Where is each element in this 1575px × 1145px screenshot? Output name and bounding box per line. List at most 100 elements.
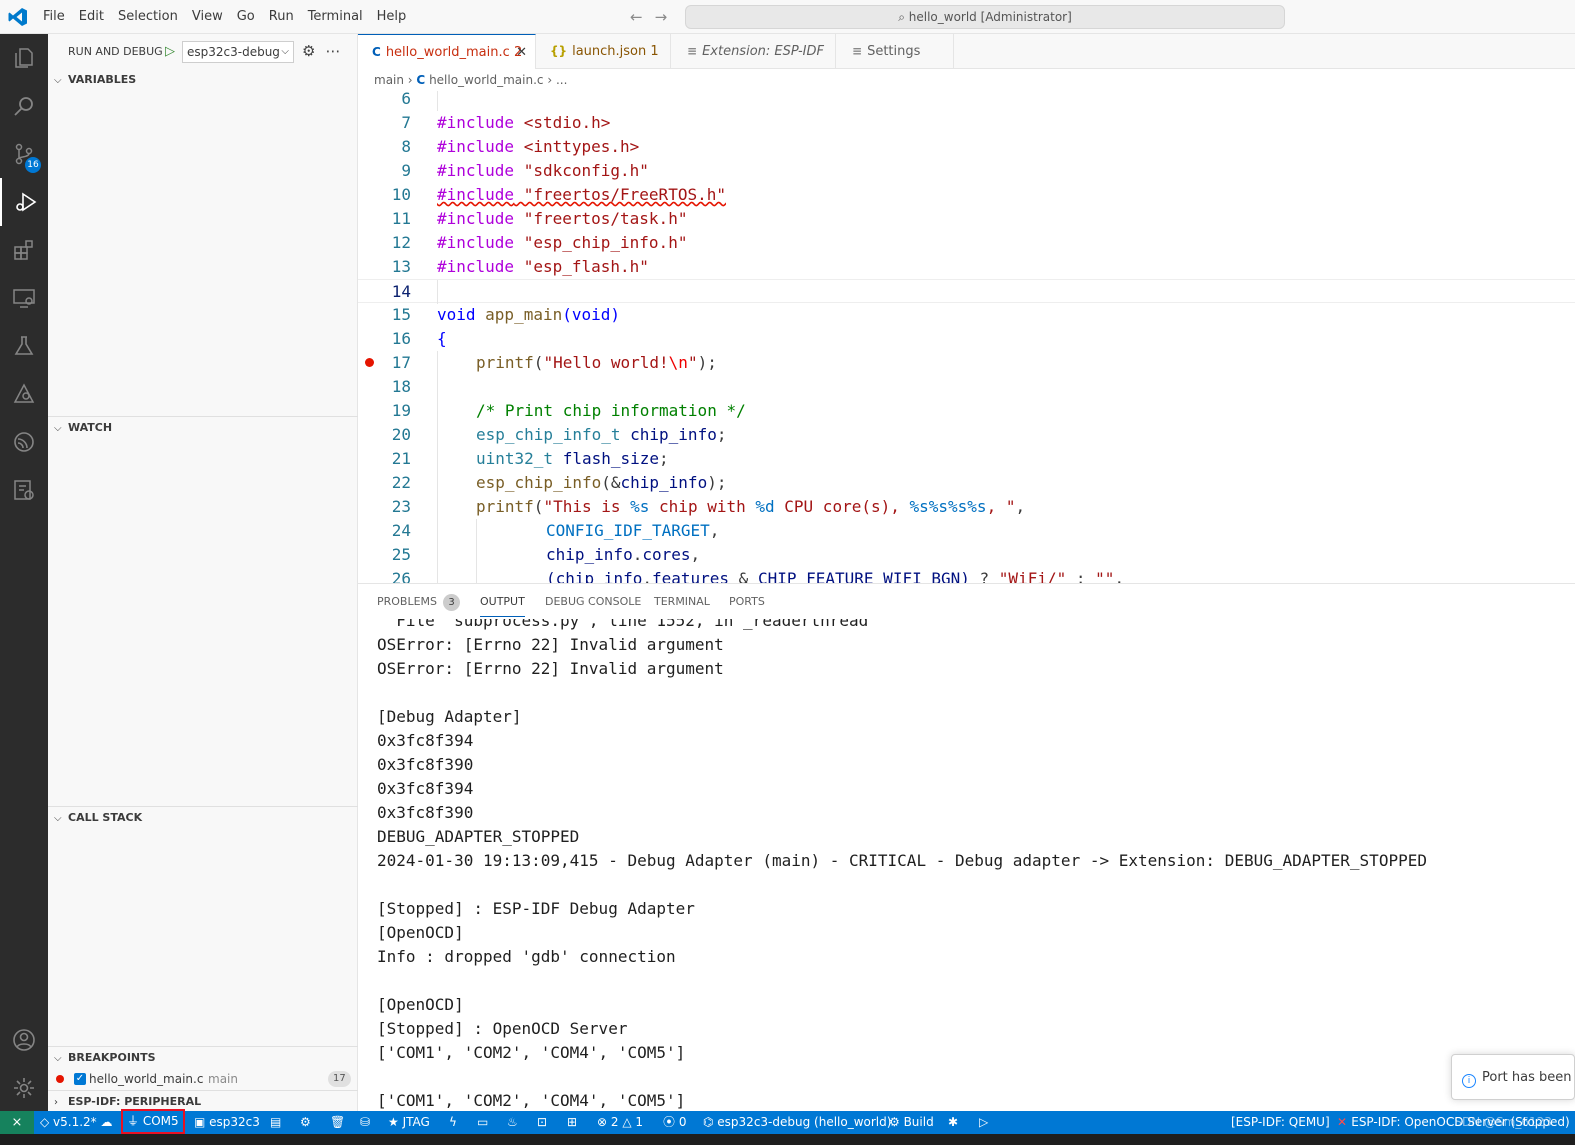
breadcrumb-more[interactable]: ... — [556, 73, 567, 87]
tab-problems[interactable]: PROBLEMS 3 — [377, 584, 461, 619]
tab-terminal[interactable]: TERMINAL — [654, 584, 710, 619]
title-bar: File Edit Selection View Go Run Terminal… — [0, 0, 1575, 34]
open-folder-icon[interactable]: ▤ — [270, 1111, 281, 1134]
testing-icon[interactable] — [0, 322, 48, 370]
section-breakpoints[interactable]: ⌵ BREAKPOINTS — [48, 1046, 358, 1068]
database-icon[interactable]: ⛁ — [360, 1111, 370, 1134]
serial-port-item[interactable]: ⏚ COM5 — [121, 1109, 185, 1134]
indent-guide — [476, 543, 477, 567]
tab-label: hello_world_main.c — [385, 45, 510, 60]
menu-edit[interactable]: Edit — [72, 0, 111, 34]
idf-version-item[interactable]: ◇ v5.1.2* ☁ — [40, 1111, 113, 1134]
tab-extension-esp-idf[interactable]: ≡ Extension: ESP-IDF — [671, 34, 836, 69]
settings-file-icon: ≡ — [852, 44, 863, 58]
ports-item[interactable]: ⦿ 0 — [663, 1111, 686, 1134]
open-launch-json-gear-icon[interactable]: ⚙ — [302, 42, 325, 60]
breakpoint-checkbox[interactable]: ✓ — [74, 1073, 86, 1085]
code-operator: ? — [969, 569, 999, 583]
menu-run[interactable]: Run — [262, 0, 301, 34]
command-center[interactable]: ⌕ hello_world [Administrator] — [685, 5, 1285, 29]
monitor-icon[interactable]: ▭ — [477, 1111, 488, 1134]
start-debugging-icon[interactable]: ▷ — [160, 42, 180, 62]
build-flash-monitor-icon[interactable]: ⊞ — [567, 1111, 577, 1134]
status-bar: ⨯ ◇ v5.1.2* ☁ ⏚ COM5 ▣ esp32c3 ▤ ⚙ 🗑 ⛁ ★… — [0, 1109, 1575, 1134]
code-editor[interactable]: 6 7 #include <stdio.h> 8 #include <inttype… — [358, 91, 1575, 583]
notification-toast[interactable]: i Port has been u — [1451, 1054, 1575, 1100]
run-debug-icon[interactable] — [0, 178, 48, 226]
run-triangle-icon[interactable]: ▷ — [979, 1111, 988, 1134]
section-call-stack-label: CALL STACK — [68, 811, 143, 824]
code-line: 22 esp_chip_info(&chip_info); — [358, 471, 1575, 495]
remote-explorer-icon[interactable] — [0, 274, 48, 322]
sdk-config-gear-icon[interactable]: ⚙ — [300, 1111, 311, 1134]
espressif-icon[interactable] — [0, 418, 48, 466]
device-config-icon[interactable] — [0, 466, 48, 514]
code-keyword: #include — [437, 209, 515, 228]
code-keyword: #include — [437, 161, 515, 180]
output-line: [Stopped] : OpenOCD Server — [377, 1019, 628, 1038]
build-item[interactable]: ⚙ Build — [889, 1111, 934, 1134]
terminal-icon[interactable]: ⊡ — [537, 1111, 547, 1134]
source-control-icon[interactable]: 16 — [0, 130, 48, 178]
output-line: File "subprocess.py", line 1552, in _rea… — [377, 619, 869, 630]
tab-settings[interactable]: ≡ Settings — [836, 34, 954, 69]
breadcrumb-folder[interactable]: main — [374, 73, 404, 87]
activity-bar: 16 — [0, 34, 48, 1111]
settings-gear-icon[interactable] — [0, 1064, 48, 1112]
tab-debug-console[interactable]: DEBUG CONSOLE — [545, 584, 641, 619]
explorer-icon[interactable] — [0, 34, 48, 82]
full-clean-trash-icon[interactable]: 🗑 — [330, 1111, 345, 1134]
search-view-icon[interactable] — [0, 82, 48, 130]
warning-count: 1 — [635, 1115, 644, 1129]
flash-method-item[interactable]: ★ JTAG — [388, 1111, 430, 1134]
menu-go[interactable]: Go — [230, 0, 262, 34]
code-text: #include "freertos/task.h" — [437, 207, 687, 231]
code-keyword: void — [437, 305, 476, 324]
section-call-stack[interactable]: ⌵ CALL STACK — [48, 806, 358, 828]
code-punct: (& — [601, 473, 621, 492]
more-actions-icon[interactable]: ⋯ — [325, 42, 350, 60]
code-string: "" — [1095, 569, 1115, 583]
target-item[interactable]: ▣ esp32c3 — [194, 1111, 260, 1134]
remote-icon[interactable]: ⨯ — [0, 1111, 34, 1134]
problems-item[interactable]: ⊗ 2 △ 1 — [597, 1111, 643, 1134]
flame-icon[interactable]: ♨ — [507, 1111, 518, 1134]
debug-bug-icon[interactable]: ✱ — [948, 1111, 958, 1134]
debug-config-select[interactable]: esp32c3-debug ⌵ — [182, 41, 294, 63]
line-number: 14 — [391, 282, 411, 301]
menu-view[interactable]: View — [185, 0, 230, 34]
menu-terminal[interactable]: Terminal — [301, 0, 370, 34]
output-log[interactable]: File "subprocess.py", line 1552, in _rea… — [358, 619, 1575, 1112]
esp-idf-explorer-icon[interactable] — [0, 370, 48, 418]
debug-config-item[interactable]: ⌬ esp32c3-debug (hello_world) — [703, 1111, 891, 1134]
flash-method-label: JTAG — [402, 1115, 430, 1129]
forward-arrow-icon[interactable]: → — [655, 8, 680, 26]
code-variable: flash_size — [553, 449, 660, 468]
tab-ports[interactable]: PORTS — [729, 584, 765, 619]
tab-hello-world-main[interactable]: Chello_world_main.c 2 ✕ — [358, 34, 536, 70]
menu-bar: File Edit Selection View Go Run Terminal… — [36, 0, 413, 34]
tab-launch-json[interactable]: {} launch.json 1 — [536, 34, 671, 69]
menu-file[interactable]: File — [36, 0, 72, 34]
menu-selection[interactable]: Selection — [111, 0, 185, 34]
tab-output[interactable]: OUTPUT — [480, 587, 525, 617]
line-number: 13 — [391, 257, 411, 276]
menu-help[interactable]: Help — [370, 0, 414, 34]
indent-guide — [437, 471, 438, 495]
section-peripheral[interactable]: › ESP-IDF: PERIPHERAL — [48, 1090, 358, 1112]
breakpoint-item[interactable]: ✓ hello_world_main.c main 17 — [48, 1068, 358, 1090]
section-watch[interactable]: ⌵ WATCH — [48, 416, 358, 438]
chevron-down-icon: ⌵ — [54, 1053, 62, 1064]
extensions-icon[interactable] — [0, 226, 48, 274]
breadcrumb-file[interactable]: hello_world_main.c — [429, 73, 543, 87]
flash-lightning-icon[interactable]: ϟ — [449, 1111, 457, 1134]
line-number: 24 — [391, 521, 411, 540]
code-keyword: #include — [437, 257, 515, 276]
back-arrow-icon[interactable]: ← — [630, 8, 655, 26]
bottom-edge — [0, 1134, 1575, 1145]
section-variables[interactable]: ⌵ VARIABLES — [48, 69, 358, 91]
accounts-icon[interactable] — [0, 1016, 48, 1064]
close-icon[interactable]: ✕ — [516, 35, 527, 70]
line-number: 15 — [391, 305, 411, 324]
qemu-item[interactable]: [ESP-IDF: QEMU] — [1231, 1111, 1330, 1134]
